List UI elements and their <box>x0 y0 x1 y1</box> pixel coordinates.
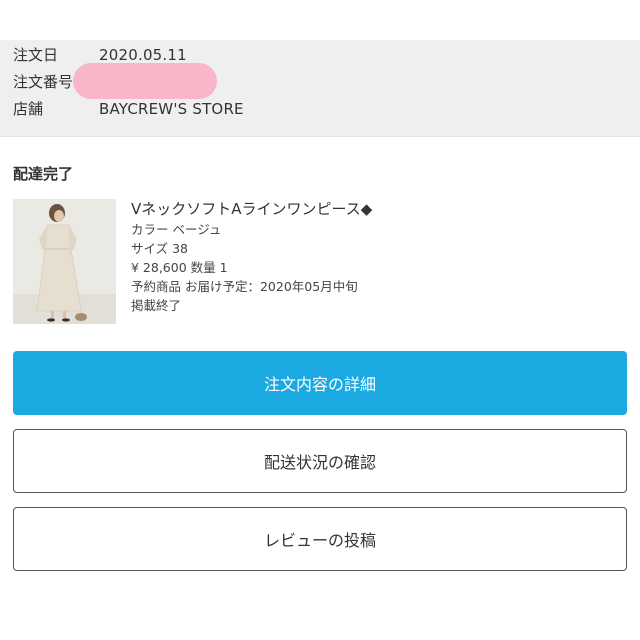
order-info-panel: 注文日 2020.05.11 注文番号 店舗 BAYCREW'S STORE <box>0 40 640 137</box>
store-row: 店舗 BAYCREW'S STORE <box>13 99 244 119</box>
store-label: 店舗 <box>13 100 44 118</box>
product-details: VネックソフトAラインワンピース◆ カラー ベージュ サイズ 38 ¥ 28,6… <box>131 198 591 315</box>
redacted-order-number <box>73 63 217 99</box>
order-date-value: 2020.05.11 <box>99 46 187 64</box>
store-value: BAYCREW'S STORE <box>99 100 244 118</box>
product-price-quantity: ¥ 28,600 数量 1 <box>131 260 228 275</box>
post-review-button[interactable]: レビューの投稿 <box>13 507 627 571</box>
product-color: カラー ベージュ <box>131 222 222 237</box>
product-size: サイズ 38 <box>131 241 189 256</box>
product-listing-status: 掲載終了 <box>131 298 182 313</box>
order-date-label: 注文日 <box>13 46 59 64</box>
product-name[interactable]: VネックソフトAラインワンピース◆ <box>131 198 591 220</box>
shipping-status-button[interactable]: 配送状況の確認 <box>13 429 627 493</box>
delivery-status: 配達完了 <box>13 165 74 183</box>
product-image[interactable] <box>13 199 116 324</box>
order-details-button[interactable]: 注文内容の詳細 <box>13 351 627 415</box>
product-reservation: 予約商品 お届け予定：2020年05月中旬 <box>131 279 358 294</box>
order-date-row: 注文日 2020.05.11 <box>13 45 187 65</box>
